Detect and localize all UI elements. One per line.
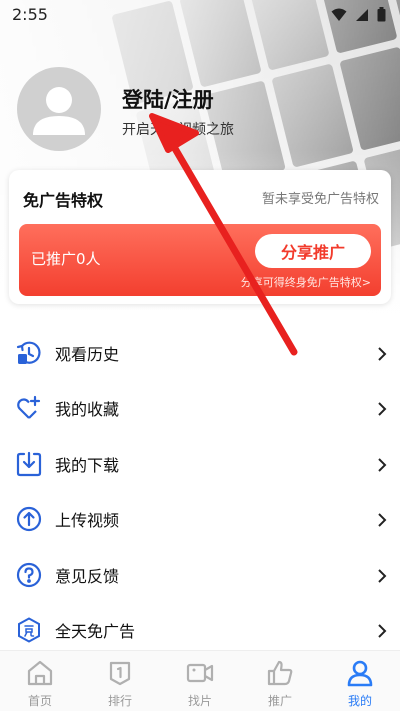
ad-card-status: 暂未享受免广告特权 [261,192,379,207]
chevron-right-icon [376,512,388,527]
avatar[interactable] [17,67,101,151]
nav-label: 首页 [27,694,52,708]
login-subtitle: 开启天狼视频之旅 [122,122,234,138]
chevron-right-icon [376,401,388,416]
menu-item-favorites[interactable]: 我的收藏 [0,381,400,437]
menu-item-label: 我的下载 [55,455,120,475]
status-time: 2:55 [12,5,48,24]
menu-item-label: 意见反馈 [55,566,120,586]
ad-free-icon [16,617,42,643]
question-icon [16,562,42,588]
menu-list: 观看历史 我的收藏 我的下载 上传视频 意见反馈 全天免广告 [0,325,400,658]
menu-item-label: 全天免广告 [55,622,136,642]
nav-label: 我的 [347,694,372,708]
chevron-right-icon [376,457,388,472]
heart-plus-icon [16,395,42,421]
ad-card-title: 免广告特权 [23,191,104,210]
thumbs-up-icon [266,659,294,687]
history-icon [16,340,42,366]
chevron-right-icon [376,623,388,638]
bottom-navigation: 首页 排行 找片 推广 我的 [0,650,400,711]
home-icon [26,659,54,687]
menu-item-label: 上传视频 [55,511,120,531]
signal-icon [355,7,369,26]
default-avatar-icon [33,87,85,135]
menu-item-upload-video[interactable]: 上传视频 [0,492,400,548]
menu-item-feedback[interactable]: 意见反馈 [0,547,400,603]
menu-item-label: 观看历史 [55,344,120,364]
promotion-hint-link[interactable]: 分享可得终身免广告特权> [241,274,371,290]
nav-tab-ranking[interactable]: 排行 [80,651,160,711]
person-icon [346,659,374,687]
nav-label: 推广 [267,694,292,708]
menu-item-watch-history[interactable]: 观看历史 [0,325,400,381]
download-icon [16,451,42,477]
nav-label: 排行 [107,694,132,708]
nav-tab-promote[interactable]: 推广 [240,651,320,711]
upload-icon [16,506,42,532]
promotion-banner: 已推广0人 分享推广 分享可得终身免广告特权> [19,224,381,296]
menu-item-downloads[interactable]: 我的下载 [0,436,400,492]
menu-item-label: 我的收藏 [55,400,120,420]
battery-icon [377,7,386,26]
wifi-icon [331,7,347,26]
status-bar: 2:55 [0,0,400,30]
video-camera-icon [186,659,214,687]
nav-tab-home[interactable]: 首页 [0,651,80,711]
nav-tab-mine[interactable]: 我的 [320,651,400,711]
ad-free-privilege-card: 免广告特权 暂未享受免广告特权 已推广0人 分享推广 分享可得终身免广告特权> [9,170,391,304]
login-register-link[interactable]: 登陆/注册 [122,84,214,114]
nav-label: 找片 [187,694,212,708]
ranking-icon [106,659,134,687]
promoted-count: 已推广0人 [31,250,101,268]
nav-tab-find-video[interactable]: 找片 [160,651,240,711]
chevron-right-icon [376,346,388,361]
share-promote-button[interactable]: 分享推广 [255,234,371,268]
chevron-right-icon [376,568,388,583]
